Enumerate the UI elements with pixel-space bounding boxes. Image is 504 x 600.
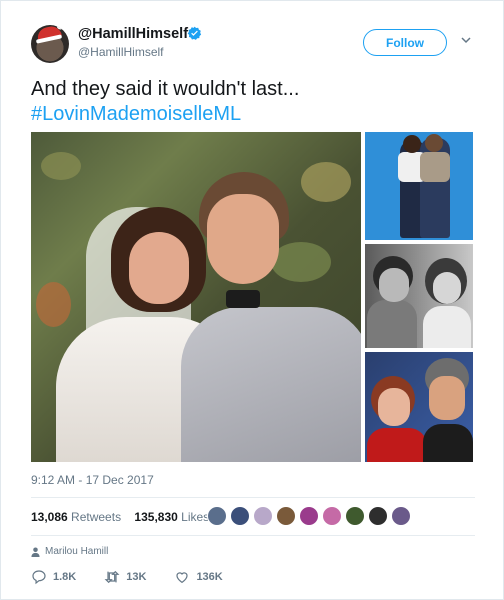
retweets-label[interactable]: Retweets [71, 510, 121, 524]
liker-avatar[interactable] [391, 506, 411, 526]
heart-icon [176, 572, 189, 584]
liker-avatars [207, 506, 411, 526]
person-icon [31, 547, 40, 557]
attribution-name[interactable]: Marilou Hamill [45, 546, 108, 557]
author-avatar[interactable] [31, 25, 69, 63]
media-photo-thumbnail-3[interactable] [365, 352, 473, 462]
liker-avatar[interactable] [299, 506, 319, 526]
divider [31, 535, 475, 536]
retweet-count: 13K [126, 571, 147, 583]
tweet-actions: 1.8K 13K 136K [31, 569, 251, 585]
photo-attribution: Marilou Hamill [31, 546, 108, 557]
media-photo-thumbnail-1[interactable] [365, 132, 473, 240]
engagement-stats: 13,086 Retweets 135,830 Likes [31, 510, 209, 524]
media-photo-thumbnail-2[interactable] [365, 244, 473, 348]
tweet-card: @HamillHimself @HamillHimself Follow And… [0, 0, 504, 600]
reply-count: 1.8K [53, 571, 77, 583]
liker-avatar[interactable] [207, 506, 227, 526]
chevron-down-icon[interactable] [460, 34, 472, 46]
tweet-text: And they said it wouldn't last... [31, 78, 300, 100]
reply-icon [32, 570, 46, 585]
liker-avatar[interactable] [253, 506, 273, 526]
retweet-icon [104, 570, 120, 584]
liker-avatar[interactable] [368, 506, 388, 526]
like-button[interactable]: 136K [174, 569, 223, 585]
liker-avatar[interactable] [230, 506, 250, 526]
likes-label[interactable]: Likes [181, 510, 209, 524]
like-count: 136K [196, 571, 223, 583]
liker-avatar[interactable] [276, 506, 296, 526]
tweet-hashtag-link[interactable]: #LovinMademoiselleML [31, 102, 241, 127]
author-display-name[interactable]: @HamillHimself [78, 26, 188, 42]
media-photo-main[interactable] [31, 132, 361, 462]
divider [31, 497, 475, 498]
likes-count[interactable]: 135,830 [134, 510, 177, 524]
tweet-timestamp[interactable]: 9:12 AM - 17 Dec 2017 [31, 473, 154, 487]
follow-button[interactable]: Follow [363, 29, 447, 56]
author-handle[interactable]: @HamillHimself [78, 45, 164, 59]
retweets-count[interactable]: 13,086 [31, 510, 68, 524]
retweet-button[interactable]: 13K [104, 569, 146, 585]
reply-button[interactable]: 1.8K [31, 569, 76, 585]
verified-badge-icon [187, 26, 202, 40]
liker-avatar[interactable] [345, 506, 365, 526]
liker-avatar[interactable] [322, 506, 342, 526]
